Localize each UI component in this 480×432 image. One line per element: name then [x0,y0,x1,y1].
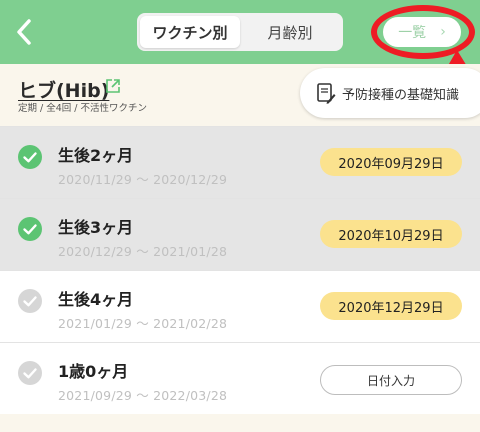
check-circle-icon [18,289,42,313]
dose-age: 生後2ヶ月 [58,146,134,165]
dose-date-button[interactable]: 2020年10月29日 [320,220,462,248]
chevron-left-icon [17,19,31,45]
dose-age: 生後3ヶ月 [58,218,134,237]
knowledge-button[interactable]: 予防接種の基礎知識 [300,68,480,118]
vaccine-info: 定期 / 全4回 / 不活性ワクチン [18,103,148,114]
list-button-label: 一覧 [398,25,427,41]
tab-by-age[interactable]: 月齢別 [240,16,340,48]
notebook-icon [317,83,336,104]
dose-row[interactable]: 生後2ヶ月 2020/11/29 ～ 2020/12/29 2020年09月29… [0,126,480,198]
view-toggle: ワクチン別 月齢別 [137,13,343,51]
dose-age: 生後4ヶ月 [58,290,134,309]
dose-range: 2021/09/29 ～ 2022/03/28 [58,388,228,403]
dose-range: 2020/12/29 ～ 2021/01/28 [58,244,228,259]
dose-date-button[interactable]: 2020年09月29日 [320,148,462,176]
check-circle-icon [18,361,42,385]
dose-date-button[interactable]: 2020年12月29日 [320,292,462,320]
knowledge-button-label: 予防接種の基礎知識 [342,87,460,103]
dose-age: 1歳0ヶ月 [58,362,129,381]
dose-row[interactable]: 生後4ヶ月 2021/01/29 ～ 2021/02/28 2020年12月29… [0,270,480,342]
vaccine-name-link[interactable]: ヒブ(Hib) [18,76,109,103]
chevron-right-icon: › [440,24,446,40]
dose-range: 2020/11/29 ～ 2020/12/29 [58,172,228,187]
list-button[interactable]: 一覧 › [383,17,461,47]
check-circle-icon [18,145,42,169]
bottom-spacer [0,414,480,432]
dose-range: 2021/01/29 ～ 2021/02/28 [58,316,228,331]
dose-row[interactable]: 1歳0ヶ月 2021/09/29 ～ 2022/03/28 日付入力 [0,342,480,414]
dose-row[interactable]: 生後3ヶ月 2020/12/29 ～ 2021/01/28 2020年10月29… [0,198,480,270]
back-button[interactable] [6,12,42,52]
external-link-icon[interactable] [105,78,121,94]
check-circle-icon [18,217,42,241]
tab-by-vaccine[interactable]: ワクチン別 [140,16,240,48]
date-input-button[interactable]: 日付入力 [320,365,462,395]
